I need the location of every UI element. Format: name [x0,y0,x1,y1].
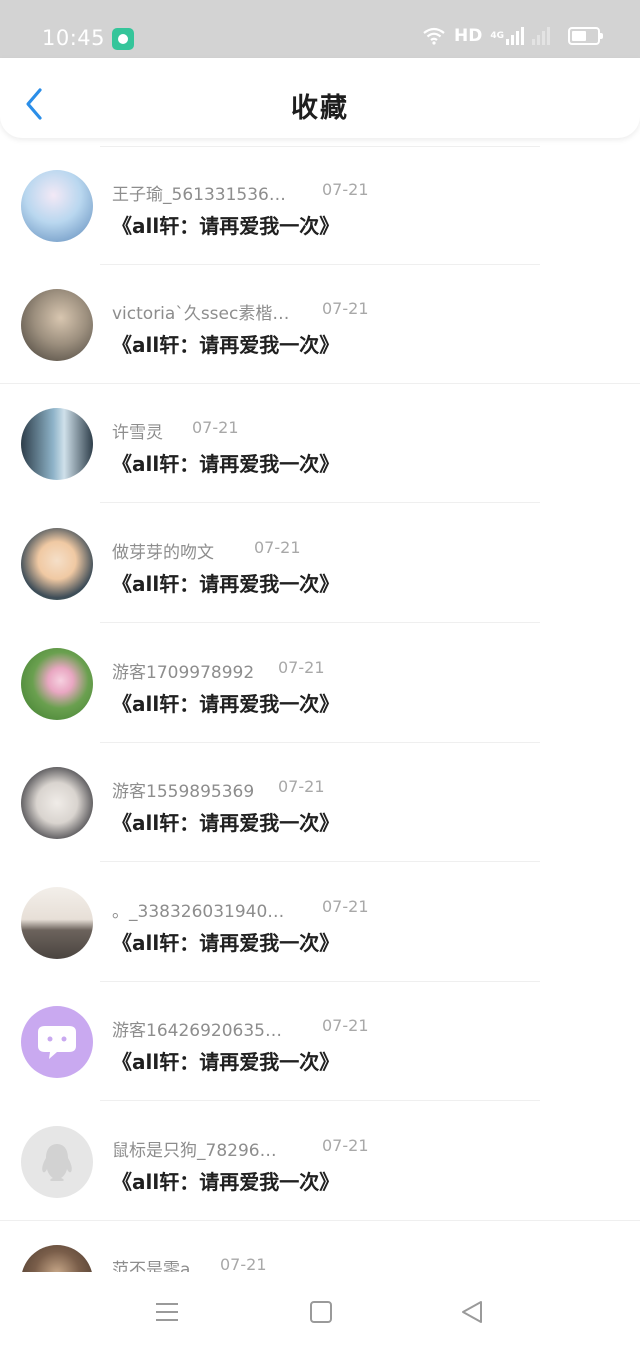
item-meta: 鼠标是只狗_78296… 07-21 [112,1136,492,1161]
item-meta: 许雪灵 07-21 [112,418,492,443]
divider [100,861,540,862]
username: 许雪灵 [112,423,163,443]
default-avatar-icon [42,1144,72,1181]
wifi-icon [422,27,446,45]
username: 鼠标是只狗_78296… [112,1141,277,1161]
list-item[interactable]: 许雪灵 07-21 《all轩：请再爱我一次》 [0,384,640,503]
square-icon[interactable] [310,1301,332,1323]
system-nav-bar [0,1272,640,1351]
item-meta: 游客1709978992 07-21 [112,658,492,683]
avatar [21,1006,93,1078]
battery-icon [568,27,603,45]
list-item[interactable]: 做芽芽的吻文 07-21 《all轩：请再爱我一次》 [0,504,640,623]
list-item[interactable]: 王子瑜_561331536… 07-21 《all轩：请再爱我一次》 [0,146,640,265]
username: 游客1559895369 [112,782,255,802]
item-meta: 做芽芽的吻文 07-21 [112,538,492,563]
date: 07-21 [322,299,369,318]
date: 07-21 [322,1136,369,1155]
avatar [21,1126,93,1198]
username: 游客16426920635… [112,1021,282,1041]
list-item[interactable]: 游客1559895369 07-21 《all轩：请再爱我一次》 [0,743,640,862]
avatar [21,289,93,361]
username: 。_338326031940… [112,902,285,922]
signal-icon-secondary [532,27,550,45]
divider [100,502,540,503]
date: 07-21 [278,777,325,796]
avatar [21,528,93,600]
username: 范不是零a [112,1260,191,1272]
item-meta: victoria`久ssec素楷… 07-21 [112,299,492,324]
signal-icon [506,27,524,45]
divider [100,1100,540,1101]
page-title: 收藏 [291,93,349,124]
list-item[interactable]: 。_338326031940… 07-21 《all轩：请再爱我一次》 [0,863,640,982]
menu-icon[interactable] [156,1303,178,1321]
header: 收藏 [0,58,640,138]
divider [100,622,540,623]
list-item[interactable]: 游客16426920635… 07-21 《all轩：请再爱我一次》 [0,982,640,1101]
date: 07-21 [220,1255,267,1272]
avatar [21,1245,93,1272]
item-title: 《all轩：请再爱我一次》 [112,572,340,596]
username: 做芽芽的吻文 [112,543,214,563]
item-meta: 游客16426920635… 07-21 [112,1016,492,1041]
item-title: 《all轩：请再爱我一次》 [112,214,340,238]
list-item[interactable]: victoria`久ssec素楷… 07-21 《all轩：请再爱我一次》 [0,265,640,384]
avatar [21,648,93,720]
date: 07-21 [192,418,239,437]
item-meta: 游客1559895369 07-21 [112,777,492,802]
item-title: 《all轩：请再爱我一次》 [112,333,340,357]
date: 07-21 [322,180,369,199]
date: 07-21 [322,1016,369,1035]
item-meta: 王子瑜_561331536… 07-21 [112,180,492,205]
date: 07-21 [254,538,301,557]
app-notification-icon [112,28,134,50]
list-item[interactable]: 范不是零a 07-21 [0,1221,640,1272]
status-bar: 10:45 HD 4G [0,0,640,58]
date: 07-21 [278,658,325,677]
chat-bubble-icon [38,1026,76,1059]
status-icons: HD 4G [422,26,603,46]
item-title: 《all轩：请再爱我一次》 [112,811,340,835]
triangle-back-icon[interactable] [460,1300,484,1328]
list-item[interactable]: 鼠标是只狗_78296… 07-21 《all轩：请再爱我一次》 [0,1102,640,1221]
item-title: 《all轩：请再爱我一次》 [112,931,340,955]
status-time: 10:45 [42,26,106,50]
hd-indicator: HD [454,26,483,46]
item-meta: 。_338326031940… 07-21 [112,897,492,922]
item-meta: 范不是零a 07-21 [112,1255,492,1272]
username: 游客1709978992 [112,663,255,683]
item-title: 《all轩：请再爱我一次》 [112,1170,340,1194]
item-title: 《all轩：请再爱我一次》 [112,692,340,716]
avatar [21,408,93,480]
username: victoria`久ssec素楷… [112,304,290,324]
item-title: 《all轩：请再爱我一次》 [112,1050,340,1074]
avatar [21,767,93,839]
avatar [21,887,93,959]
avatar [21,170,93,242]
network-type: 4G [490,30,504,41]
date: 07-21 [322,897,369,916]
username: 王子瑜_561331536… [112,185,286,205]
item-title: 《all轩：请再爱我一次》 [112,452,340,476]
list-item[interactable]: 游客1709978992 07-21 《all轩：请再爱我一次》 [0,624,640,743]
